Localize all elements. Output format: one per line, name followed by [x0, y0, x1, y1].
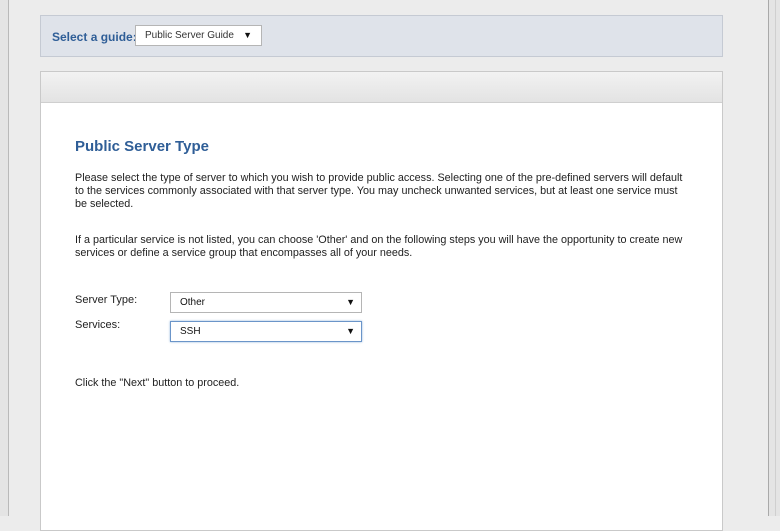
page-title: Public Server Type	[75, 138, 209, 155]
wizard-panel: Public Server Type Please select the typ…	[40, 71, 723, 531]
chevron-down-icon: ▼	[346, 297, 355, 307]
next-instruction: Click the "Next" button to proceed.	[75, 377, 240, 389]
chevron-down-icon: ▼	[243, 30, 252, 40]
window-left-edge	[0, 0, 9, 516]
description-paragraph: Please select the type of server to whic…	[75, 172, 683, 210]
guide-selector-bar: Select a guide: Public Server Guide ▼	[40, 15, 723, 57]
server-type-select[interactable]: Other ▼	[170, 292, 362, 313]
services-value: SSH	[180, 326, 201, 337]
services-select[interactable]: SSH ▼	[170, 321, 362, 342]
chevron-down-icon: ▼	[346, 326, 355, 336]
server-type-label: Server Type:	[75, 294, 138, 306]
services-label: Services:	[75, 319, 121, 331]
scrollbar-divider	[775, 0, 776, 516]
server-type-value: Other	[180, 297, 206, 308]
panel-header	[41, 72, 722, 103]
other-service-paragraph: If a particular service is not listed, y…	[75, 234, 683, 259]
guide-label: Select a guide:	[52, 30, 137, 44]
window-scrollbar-track[interactable]	[768, 0, 780, 516]
guide-select-value: Public Server Guide	[145, 30, 234, 41]
guide-select-dropdown[interactable]: Public Server Guide ▼	[135, 25, 262, 46]
